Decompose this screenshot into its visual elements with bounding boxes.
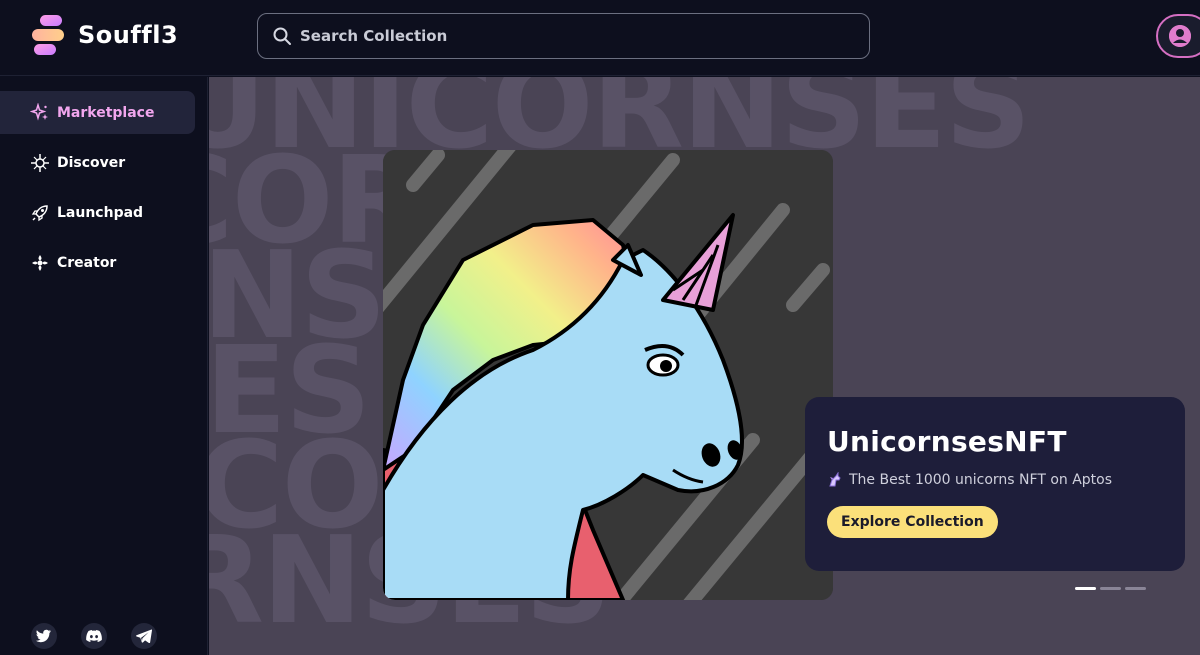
compass-icon — [30, 153, 50, 173]
collection-description: The Best 1000 unicorns NFT on Aptos — [827, 471, 1163, 488]
carousel-dot[interactable] — [1125, 587, 1146, 590]
souffl3-logo-icon — [30, 15, 66, 55]
search-bar[interactable]: Search Collection — [257, 13, 870, 59]
search-input[interactable]: Search Collection — [300, 27, 447, 45]
top-header: Souffl3 Search Collection — [0, 0, 1200, 76]
social-links — [31, 623, 157, 649]
app-name: Souffl3 — [78, 21, 179, 49]
logo[interactable]: Souffl3 — [30, 15, 178, 55]
creator-icon — [30, 253, 50, 273]
collection-info-card: UnicornsesNFT The Best 1000 unicorns NFT… — [805, 397, 1185, 571]
sidebar-item-marketplace[interactable]: Marketplace — [0, 91, 195, 134]
collection-artwork[interactable] — [383, 150, 833, 600]
sidebar-item-launchpad[interactable]: Launchpad — [0, 191, 195, 234]
unicorn-icon — [827, 471, 843, 488]
sidebar-item-label: Creator — [57, 254, 117, 271]
collection-description-text: The Best 1000 unicorns NFT on Aptos — [849, 472, 1113, 488]
sidebar-item-label: Marketplace — [57, 104, 155, 121]
sidebar-item-discover[interactable]: Discover — [0, 141, 195, 184]
sidebar-item-label: Launchpad — [57, 204, 144, 221]
sparkles-icon — [29, 101, 50, 123]
unicorn-illustration — [383, 150, 833, 600]
carousel-dot[interactable] — [1075, 587, 1096, 590]
rocket-icon — [30, 203, 50, 223]
carousel-indicators — [1075, 587, 1146, 590]
profile-button[interactable] — [1156, 14, 1200, 58]
sidebar: Marketplace Discover Launchpad Creator — [0, 77, 208, 655]
search-icon — [272, 26, 292, 46]
twitter-icon[interactable] — [31, 623, 57, 649]
hero-banner: UNICORNSES UNICORNSES UNICORNSES UNICORN… — [209, 77, 1200, 655]
user-icon — [1169, 25, 1191, 47]
telegram-icon[interactable] — [131, 623, 157, 649]
sidebar-item-label: Discover — [57, 154, 126, 171]
discord-icon[interactable] — [81, 623, 107, 649]
explore-collection-button[interactable]: Explore Collection — [827, 506, 998, 538]
collection-title: UnicornsesNFT — [827, 425, 1067, 458]
carousel-dot[interactable] — [1100, 587, 1121, 590]
sidebar-item-creator[interactable]: Creator — [0, 241, 195, 284]
